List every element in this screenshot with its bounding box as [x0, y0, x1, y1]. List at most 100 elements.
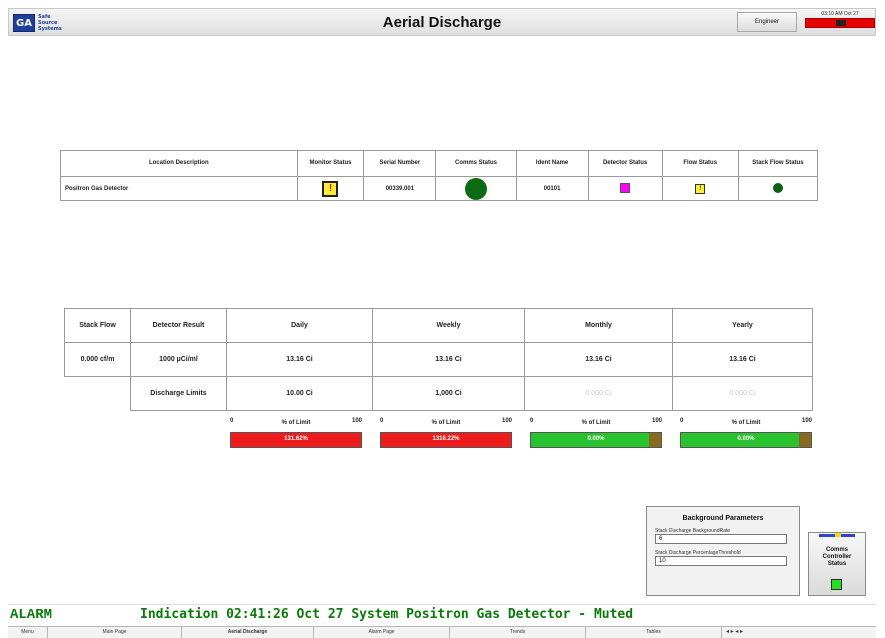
- gauge-max: 100: [501, 418, 512, 424]
- empty-cell: [65, 377, 131, 411]
- gauge-value: 0.00%: [737, 436, 755, 442]
- gauge-value: 131.62%: [284, 436, 308, 442]
- gauge-value: 0.00%: [587, 436, 605, 442]
- col-ident-name: Ident Name: [515, 150, 589, 177]
- alarm-label: ALARM: [10, 607, 53, 623]
- yearly-limit-value[interactable]: 0.000 Ci: [672, 376, 813, 411]
- col-comms-status: Comms Status: [435, 150, 517, 177]
- results-header-row: Stack Flow Detector Result Daily Weekly …: [64, 308, 813, 343]
- gauge-label: % of Limit: [731, 420, 761, 426]
- header-bar: GA Safe Source Systems Aerial Discharge …: [8, 8, 876, 36]
- gauge-max: 100: [801, 418, 812, 424]
- nav-arrows-icon[interactable]: ◂ ▸ ◂ ▸: [722, 627, 743, 638]
- daily-limit-gauge: 0 % of Limit 100 131.62%: [230, 416, 362, 452]
- nav-alarm-page[interactable]: Alarm Page: [314, 627, 450, 638]
- col-monitor-status: Monitor Status: [296, 150, 365, 177]
- gauge-bar: 131.62%: [230, 432, 362, 448]
- stack-flow-value: 0.000 cf/m: [64, 342, 131, 377]
- discharge-limits-label: Discharge Limits: [130, 376, 227, 411]
- weekly-result-value: 13.16 Ci: [372, 342, 525, 377]
- limits-row: Discharge Limits 10.00 Ci 1,000 Ci 0.000…: [65, 376, 813, 411]
- gauge-scale: 0 % of Limit 100: [530, 416, 662, 428]
- period-weekly-header: Weekly: [372, 308, 525, 343]
- results-row: 0.000 cf/m 1000 µCi/ml 13.16 Ci 13.16 Ci…: [64, 342, 813, 377]
- location-cell[interactable]: Positron Gas Detector: [60, 176, 298, 201]
- label-line: Comms: [825, 547, 848, 553]
- detector-status-icon: [620, 182, 631, 193]
- background-parameters-panel: Background Parameters Stack Discharge Ba…: [646, 506, 800, 596]
- table-row[interactable]: Positron Gas Detector ! 00339.001 00101 …: [60, 176, 819, 201]
- gauge-scale: 0 % of Limit 100: [230, 416, 362, 428]
- col-detector-status: Detector Status: [587, 150, 663, 177]
- alarm-indicator-strip[interactable]: [805, 18, 875, 28]
- stack-flow-status-cell: [737, 176, 819, 201]
- monitor-status-table: Location Description Monitor Status Seri…: [60, 150, 819, 201]
- gauge-label: % of Limit: [581, 420, 611, 426]
- yearly-limit-gauge: 0 % of Limit 100 0.00%: [680, 416, 812, 452]
- nav-tables[interactable]: Tables: [586, 627, 722, 638]
- comms-controller-status-icon: [831, 579, 842, 590]
- weekly-limit-value[interactable]: 1,000 Ci: [372, 376, 525, 411]
- nav-trends[interactable]: Trends: [450, 627, 586, 638]
- detector-result-header: Detector Result: [130, 308, 227, 343]
- detector-status-cell: [587, 176, 663, 201]
- gauge-label: % of Limit: [431, 420, 461, 426]
- table-header-row: Location Description Monitor Status Seri…: [60, 150, 819, 177]
- gauge-bar: 0.00%: [530, 432, 662, 448]
- nav-menu[interactable]: Menu: [8, 627, 48, 638]
- monthly-result-value: 13.16 Ci: [524, 342, 673, 377]
- percentage-threshold-field[interactable]: 10: [655, 556, 787, 566]
- discharge-results-table: Stack Flow Detector Result Daily Weekly …: [64, 308, 813, 411]
- nav-main-page[interactable]: Main Page: [48, 627, 182, 638]
- comms-controller-label: Comms Controller Status: [809, 547, 865, 568]
- alarm-message: Indication 02:41:26 Oct 27 System Positr…: [140, 607, 634, 622]
- gauge-bar: 0.00%: [680, 432, 812, 448]
- clock-text: 03:10 AM Oct 27: [821, 11, 859, 17]
- col-location-description: Location Description: [60, 150, 298, 177]
- user-role-button[interactable]: Engineer: [737, 12, 797, 32]
- monthly-limit-value[interactable]: 0.000 Ci: [524, 376, 673, 411]
- detector-result-value: 1000 µCi/ml: [130, 342, 227, 377]
- col-serial-number: Serial Number: [363, 150, 437, 177]
- gauge-label: % of Limit: [281, 420, 311, 426]
- flow-status-cell: !: [661, 176, 739, 201]
- daily-result-value: 13.16 Ci: [226, 342, 373, 377]
- col-flow-status: Flow Status: [661, 150, 739, 177]
- monitor-status-cell[interactable]: !: [296, 176, 365, 201]
- panel-accent: [819, 533, 855, 537]
- background-rate-field[interactable]: 6: [655, 534, 787, 544]
- flow-status-icon: !: [695, 183, 706, 194]
- yearly-result-value: 13.16 Ci: [672, 342, 813, 377]
- gauge-bar: 1316.22%: [380, 432, 512, 448]
- navigation-bar: Menu Main Page Aerial Discharge Alarm Pa…: [8, 626, 876, 638]
- gauge-max: 100: [651, 418, 662, 424]
- gauge-scale: 0 % of Limit 100: [380, 416, 512, 428]
- panel-title: Background Parameters: [682, 515, 764, 522]
- label-line: Status: [827, 561, 847, 567]
- alarm-banner[interactable]: ALARM Indication 02:41:26 Oct 27 System …: [8, 604, 876, 624]
- gauge-end-cap: [649, 433, 661, 447]
- col-stack-flow-status: Stack Flow Status: [737, 150, 819, 177]
- comms-controller-status-button[interactable]: Comms Controller Status: [808, 532, 866, 596]
- weekly-limit-gauge: 0 % of Limit 100 1316.22%: [380, 416, 512, 452]
- period-yearly-header: Yearly: [672, 308, 813, 343]
- gauge-value: 1316.22%: [432, 436, 460, 442]
- ident-name-cell: 00101: [515, 176, 589, 201]
- comms-status-cell: [435, 176, 517, 201]
- warning-icon[interactable]: !: [322, 180, 339, 197]
- stack-flow-header: Stack Flow: [64, 308, 131, 343]
- gauge-scale: 0 % of Limit 100: [680, 416, 812, 428]
- monthly-limit-gauge: 0 % of Limit 100 0.00%: [530, 416, 662, 452]
- period-daily-header: Daily: [226, 308, 373, 343]
- clock-panel: 03:10 AM Oct 27: [805, 10, 875, 34]
- gauge-max: 100: [351, 418, 362, 424]
- daily-limit-value[interactable]: 10.00 Ci: [226, 376, 373, 411]
- gauge-end-cap: [799, 433, 811, 447]
- aerial-discharge-screen: GA Safe Source Systems Aerial Discharge …: [0, 0, 885, 638]
- serial-number-cell: 00339.001: [363, 176, 437, 201]
- period-monthly-header: Monthly: [524, 308, 673, 343]
- label-line: Controller: [822, 554, 852, 560]
- alarm-lamp-icon: [836, 20, 846, 26]
- nav-aerial-discharge[interactable]: Aerial Discharge: [182, 627, 314, 638]
- comms-status-icon: [465, 177, 487, 200]
